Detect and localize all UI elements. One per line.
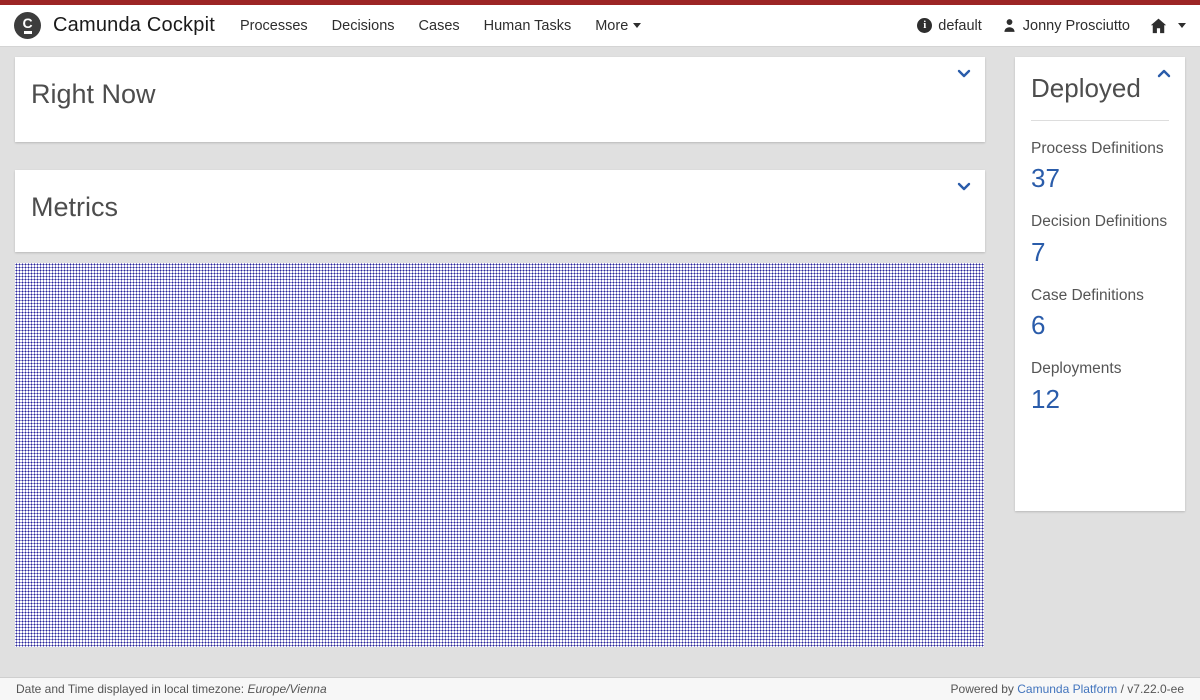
home-icon (1150, 18, 1167, 34)
metric-label: Case Definitions (1031, 285, 1169, 307)
footer: Date and Time displayed in local timezon… (0, 677, 1200, 700)
camunda-platform-link[interactable]: Camunda Platform (1017, 682, 1117, 696)
camunda-logo-bar (24, 31, 32, 34)
user-icon (1002, 18, 1017, 33)
powered-by-label: Powered by (951, 682, 1018, 696)
chevron-down-icon[interactable] (957, 69, 971, 78)
engine-name: default (938, 18, 982, 34)
app-header: C Camunda Cockpit Processes Decisions Ca… (0, 5, 1200, 47)
camunda-logo-icon[interactable]: C (14, 12, 41, 39)
nav-human-tasks[interactable]: Human Tasks (473, 12, 583, 40)
metric-label: Decision Definitions (1031, 211, 1169, 233)
app-title: Camunda Cockpit (53, 14, 215, 37)
metric-label: Process Definitions (1031, 138, 1169, 160)
metric-value[interactable]: 37 (1031, 163, 1169, 194)
timezone-note: Date and Time displayed in local timezon… (16, 682, 327, 696)
app-switcher[interactable] (1150, 18, 1186, 34)
deployed-item: Decision Definitions 7 (1031, 211, 1169, 267)
nav-more-label: More (595, 18, 628, 34)
info-icon: i (917, 18, 932, 33)
metric-label: Deployments (1031, 358, 1169, 380)
user-name: Jonny Prosciutto (1023, 18, 1130, 34)
nav-decisions[interactable]: Decisions (321, 12, 406, 40)
metrics-title: Metrics (15, 170, 985, 223)
deployed-title: Deployed (1031, 73, 1169, 104)
nav-processes[interactable]: Processes (229, 12, 319, 40)
metric-value[interactable]: 12 (1031, 384, 1169, 415)
right-now-title: Right Now (15, 57, 985, 110)
nav-more[interactable]: More (584, 12, 652, 40)
timezone-label: Date and Time displayed in local timezon… (16, 682, 247, 696)
main-nav: Processes Decisions Cases Human Tasks Mo… (229, 12, 652, 40)
metric-value[interactable]: 6 (1031, 310, 1169, 341)
right-now-panel: Right Now (15, 57, 985, 142)
engine-select[interactable]: i default (917, 18, 982, 34)
powered-by: Powered by Camunda Platform / v7.22.0-ee (951, 682, 1184, 696)
deployed-item: Process Definitions 37 (1031, 138, 1169, 194)
camunda-logo-letter: C (22, 17, 32, 29)
chevron-up-icon[interactable] (1157, 69, 1171, 78)
user-menu[interactable]: Jonny Prosciutto (1002, 18, 1130, 34)
metric-value[interactable]: 7 (1031, 237, 1169, 268)
nav-cases[interactable]: Cases (408, 12, 471, 40)
dashboard-placeholder-pattern (15, 263, 984, 647)
chevron-down-icon[interactable] (957, 182, 971, 191)
deployed-panel: Deployed Process Definitions 37 Decision… (1015, 57, 1185, 511)
divider (1031, 120, 1169, 121)
deployed-item: Case Definitions 6 (1031, 285, 1169, 341)
header-right: i default Jonny Prosciutto (917, 18, 1186, 34)
version-text: / v7.22.0-ee (1117, 682, 1184, 696)
caret-down-icon (633, 23, 641, 28)
caret-down-icon (1178, 23, 1186, 28)
metrics-panel: Metrics (15, 170, 985, 252)
deployed-item: Deployments 12 (1031, 358, 1169, 414)
timezone-value: Europe/Vienna (247, 682, 326, 696)
